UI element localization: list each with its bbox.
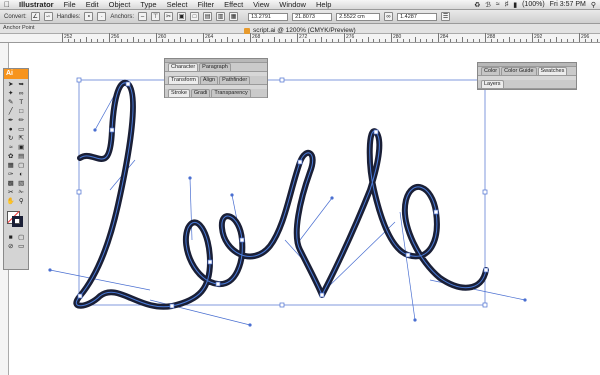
character-tab-row: Character Paragraph — [165, 63, 267, 72]
ai-logo: Ai — [4, 69, 28, 79]
tab-character[interactable]: Character — [168, 63, 199, 71]
tab-swatches[interactable]: Swatches — [537, 67, 568, 75]
layers-tab-row: Layers — [478, 80, 576, 89]
pencil-tool-icon[interactable]: ✏ — [17, 117, 27, 125]
love-script-path[interactable] — [73, 79, 489, 310]
color-tab-row: Color Color Guide Swatches — [478, 67, 576, 76]
tab-align[interactable]: Align — [199, 76, 219, 84]
color-mode-icon[interactable]: ■ — [6, 234, 16, 242]
mesh-tool-icon[interactable]: ▦ — [6, 162, 16, 170]
scissors-tool-icon[interactable]: ✁ — [17, 189, 27, 197]
zoom-tool-icon[interactable]: ⚲ — [17, 198, 27, 206]
pen-tool-icon[interactable]: ✎ — [6, 99, 16, 107]
eraser-tool-icon[interactable]: ▭ — [17, 126, 27, 134]
live-paint-tool-icon[interactable]: ▩ — [6, 180, 16, 188]
direct-selection-tool-icon[interactable]: ➥ — [17, 81, 27, 89]
symbol-sprayer-tool-icon[interactable]: ✿ — [6, 153, 16, 161]
floating-panel-group: Character Paragraph Transform Align Path… — [164, 58, 268, 98]
rotate-tool-icon[interactable]: ↻ — [6, 135, 16, 143]
blob-brush-tool-icon[interactable]: ● — [6, 126, 16, 134]
slice-tool-icon[interactable]: ✂ — [6, 189, 16, 197]
screen-mode-icon[interactable]: ▭ — [17, 243, 27, 251]
tab-color-guide[interactable]: Color Guide — [501, 67, 537, 75]
tab-layers[interactable]: Layers — [481, 80, 504, 88]
none-mode-icon[interactable]: ⊘ — [6, 243, 16, 251]
type-tool-icon[interactable]: T — [17, 99, 27, 107]
graph-tool-icon[interactable]: ▤ — [17, 153, 27, 161]
magic-wand-tool-icon[interactable]: ✦ — [6, 90, 16, 98]
free-transform-tool-icon[interactable]: ▣ — [17, 144, 27, 152]
rectangle-tool-icon[interactable]: □ — [17, 108, 27, 116]
line-tool-icon[interactable]: ╱ — [6, 108, 16, 116]
tab-transform[interactable]: Transform — [168, 76, 199, 84]
selection-tool-icon[interactable]: ➤ — [6, 81, 16, 89]
eyedropper-tool-icon[interactable]: ✑ — [6, 171, 16, 179]
hand-tool-icon[interactable]: ✋ — [6, 198, 16, 206]
lasso-tool-icon[interactable]: ∞ — [17, 90, 27, 98]
stroke-tab-row: Stroke Gradi Transparency — [165, 89, 267, 98]
tab-stroke[interactable]: Stroke — [168, 89, 190, 97]
tools-panel: Ai ➤ ➥ ✦ ∞ ✎ T ╱ □ ✒ ✏ ● ▭ ↻ ⇱ ≈ ▣ ✿ ▤ ▦… — [3, 68, 29, 270]
tab-color[interactable]: Color — [481, 67, 501, 75]
scale-tool-icon[interactable]: ⇱ — [17, 135, 27, 143]
color-mode-grid: ■ ▢ ⊘ ▭ — [4, 232, 28, 253]
crop-area-tool-icon[interactable]: ▧ — [17, 180, 27, 188]
tool-grid: ➤ ➥ ✦ ∞ ✎ T ╱ □ ✒ ✏ ● ▭ ↻ ⇱ ≈ ▣ ✿ ▤ ▦ ▢ … — [4, 79, 28, 208]
stroke-swatch[interactable] — [12, 216, 23, 227]
fill-stroke-swatches — [6, 210, 26, 230]
gradient-mode-icon[interactable]: ▢ — [17, 234, 27, 242]
transform-tab-row: Transform Align Pathfinder — [165, 76, 267, 85]
tab-pathfinder[interactable]: Pathfinder — [219, 76, 251, 84]
blend-tool-icon[interactable]: ◐ — [17, 171, 27, 179]
artwork-svg[interactable] — [0, 0, 600, 375]
color-panel-group: Color Color Guide Swatches Layers — [477, 62, 577, 90]
paintbrush-tool-icon[interactable]: ✒ — [6, 117, 16, 125]
tab-transparency[interactable]: Transparency — [211, 89, 251, 97]
tab-gradient[interactable]: Gradi — [190, 89, 211, 97]
warp-tool-icon[interactable]: ≈ — [6, 144, 16, 152]
gradient-tool-icon[interactable]: ▢ — [17, 162, 27, 170]
tab-paragraph[interactable]: Paragraph — [199, 63, 231, 71]
